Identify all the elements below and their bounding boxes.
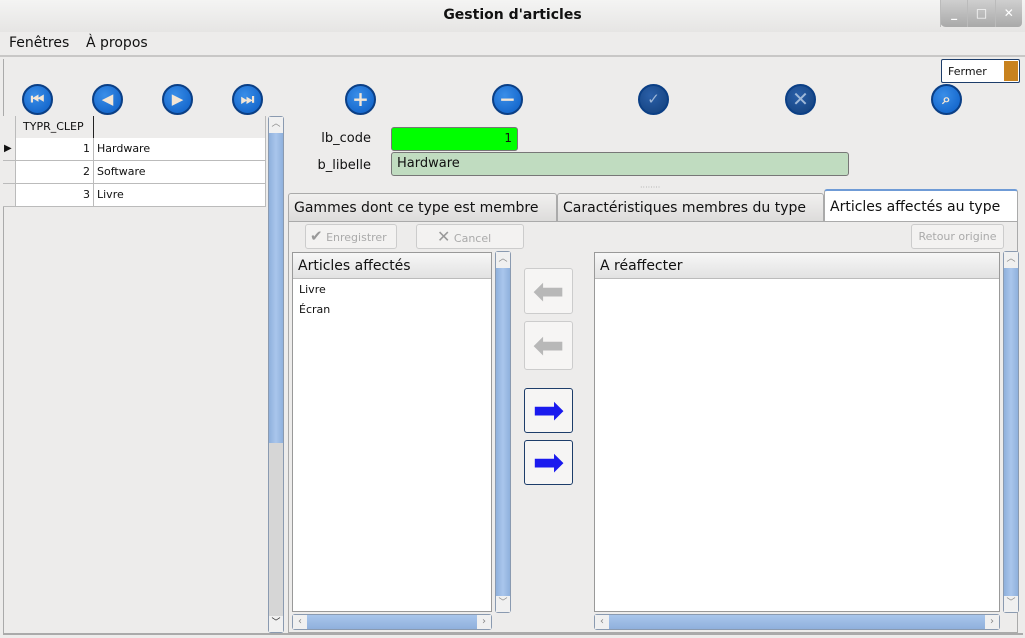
menu-fenetres[interactable]: Fenêtres	[9, 35, 69, 51]
fermer-label: Fermer	[948, 65, 987, 78]
tab-caracteristiques[interactable]: Caractéristiques membres du type	[557, 193, 824, 222]
grid-cell-label[interactable]: Hardware	[94, 138, 266, 161]
move-left-all-button[interactable]: ⬅	[524, 268, 573, 314]
arrow-right-icon: ➡	[532, 388, 565, 432]
exit-icon	[1004, 61, 1018, 81]
search-icon[interactable]: ⌕	[931, 84, 962, 115]
move-right-all-button[interactable]: ➡	[524, 440, 573, 485]
delete-icon[interactable]: −	[492, 84, 523, 115]
row-indicator-icon: ▶	[3, 138, 16, 161]
column-header-typr-clep[interactable]: TYPR_CLEP	[16, 116, 94, 139]
reassign-list-header: A réaffecter	[595, 253, 999, 279]
move-right-button[interactable]: ➡	[524, 388, 573, 433]
splitter-handle[interactable]: ········	[640, 183, 660, 192]
window-controls: _ □ ✕	[940, 0, 1022, 27]
arrow-left-icon: ⬅	[532, 269, 565, 313]
grid-cell-label[interactable]: Software	[94, 161, 266, 184]
arrow-right-icon: ➡	[532, 440, 565, 484]
minimize-button[interactable]: _	[940, 0, 967, 27]
libelle-input[interactable]: Hardware	[391, 152, 849, 176]
fermer-button[interactable]: Fermer	[941, 59, 1020, 83]
to-reassign-list[interactable]: A réaffecter	[594, 252, 1000, 612]
assigned-articles-list[interactable]: Articles affectés Livre Écran	[292, 252, 492, 612]
code-label: lb_code	[321, 131, 371, 146]
right-list-vertical-scrollbar[interactable]: ︿ ﹀	[1003, 251, 1019, 613]
menu-a-propos[interactable]: À propos	[86, 35, 148, 51]
arrow-left-icon: ⬅	[532, 323, 565, 367]
cancel-icon[interactable]: ✕	[785, 84, 816, 115]
first-record-icon[interactable]: ⏮	[22, 84, 53, 115]
maximize-button[interactable]: □	[967, 0, 994, 27]
libelle-label: b_libelle	[317, 158, 371, 173]
menu-bar	[0, 32, 1025, 57]
next-record-icon[interactable]: ▶	[162, 84, 193, 115]
tab-articles[interactable]: Articles affectés au type	[824, 189, 1018, 222]
grid-cell-id[interactable]: 1	[16, 138, 94, 161]
move-left-button[interactable]: ⬅	[524, 321, 573, 370]
list-item[interactable]: Livre	[299, 283, 326, 296]
previous-record-icon[interactable]: ◀	[92, 84, 123, 115]
enregistrer-button[interactable]: ✔ Enregistrer	[305, 224, 397, 249]
close-button[interactable]: ✕	[994, 0, 1022, 27]
x-icon: ✕	[437, 227, 451, 246]
cancel-button[interactable]: ✕ Cancel	[416, 224, 524, 249]
left-list-vertical-scrollbar[interactable]: ︿ ﹀	[495, 251, 511, 613]
tab-gammes[interactable]: Gammes dont ce type est membre	[288, 193, 557, 222]
retour-origine-button[interactable]: Retour origine	[911, 224, 1004, 249]
grid-vertical-scrollbar[interactable]: ︿ ﹀	[268, 116, 284, 633]
window-title: Gestion d'articles	[443, 7, 582, 23]
right-list-horizontal-scrollbar[interactable]: ‹ ›	[594, 614, 1000, 630]
last-record-icon[interactable]: ⏭	[232, 84, 263, 115]
enregistrer-label: Enregistrer	[326, 231, 387, 244]
grid-cell-id[interactable]: 2	[16, 161, 94, 184]
grid-cell-id[interactable]: 3	[16, 184, 94, 207]
validate-icon[interactable]: ✓	[638, 84, 669, 115]
add-icon[interactable]: +	[345, 84, 376, 115]
left-list-horizontal-scrollbar[interactable]: ‹ ›	[292, 614, 492, 630]
assigned-list-header: Articles affectés	[293, 253, 491, 279]
cancel-label: Cancel	[453, 232, 492, 245]
check-icon: ✔	[310, 227, 323, 245]
grid-cell-label[interactable]: Livre	[94, 184, 266, 207]
code-input[interactable]: 1	[391, 127, 518, 151]
list-item[interactable]: Écran	[299, 303, 330, 316]
